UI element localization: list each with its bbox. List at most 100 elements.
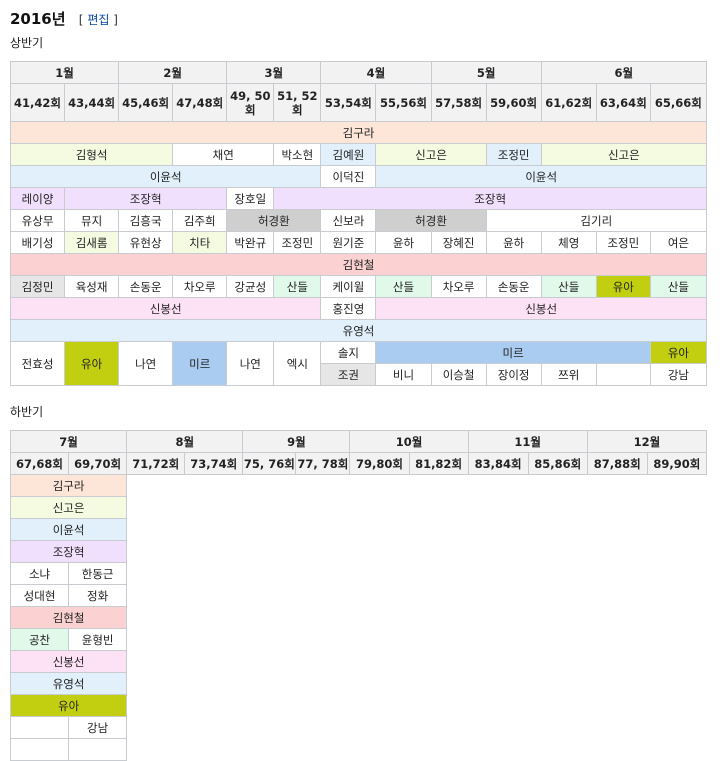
cast-cell: 솔지	[320, 341, 377, 364]
blank-area	[126, 518, 707, 541]
cast-cell: 레이양	[9, 187, 66, 210]
month-header: 5월	[430, 61, 542, 84]
cast-cell: 유아	[649, 341, 708, 364]
cast-cell: 유아	[9, 694, 128, 717]
episode-header: 71,72회	[126, 452, 186, 475]
cast-cell: 전효성	[9, 341, 66, 386]
cast-cell: 김정민	[9, 275, 66, 298]
second-half-label: 하반기	[10, 405, 44, 419]
cast-cell: 치타	[172, 231, 228, 254]
month-header: 2월	[118, 61, 228, 84]
empty-cell	[595, 363, 651, 386]
blank-area	[126, 496, 707, 519]
cast-cell: 엑시	[273, 341, 322, 386]
cast-cell: 유영석	[9, 672, 128, 695]
cast-cell: 공찬	[9, 628, 70, 651]
first-half-label: 상반기	[10, 36, 44, 50]
month-header: 6월	[540, 61, 708, 84]
cast-cell: 원기준	[320, 231, 377, 254]
cast-cell: 손동운	[485, 275, 542, 298]
episode-header: 75, 76회	[242, 452, 297, 475]
cast-cell: 허경환	[226, 209, 322, 232]
cast-cell: 이윤석	[375, 165, 707, 188]
episode-header: 77, 78회	[295, 452, 351, 475]
month-header: 10월	[349, 430, 469, 453]
cast-cell: 조권	[320, 363, 377, 386]
episode-header: 73,74회	[184, 452, 244, 475]
episode-header: 41,42회	[9, 83, 66, 122]
cast-cell: 유아	[64, 341, 120, 386]
cast-cell: 김주희	[172, 209, 228, 232]
cast-cell: 케이윌	[320, 275, 377, 298]
cast-cell: 조장혁	[273, 187, 707, 210]
cast-cell: 김흥국	[118, 209, 174, 232]
cast-cell: 김새롬	[64, 231, 120, 254]
episode-header: 47,48회	[172, 83, 228, 122]
edit-bracket-close: ]	[113, 13, 118, 27]
episode-header: 57,58회	[430, 83, 487, 122]
episode-header: 85,86회	[527, 452, 588, 475]
episode-header: 49, 50회	[226, 83, 275, 122]
cast-cell: 강남	[68, 716, 128, 739]
month-header: 4월	[320, 61, 432, 84]
edit-section: [ 편집 ]	[79, 13, 118, 27]
cast-cell: 미르	[375, 341, 651, 364]
cast-cell: 김현철	[9, 606, 128, 629]
episode-header: 83,84회	[467, 452, 529, 475]
cast-cell: 비니	[375, 363, 432, 386]
empty-cell	[9, 738, 70, 761]
episode-header: 61,62회	[540, 83, 597, 122]
cast-cell: 유현상	[118, 231, 174, 254]
cast-cell: 미르	[172, 341, 228, 386]
blank-area	[126, 584, 707, 607]
cast-cell: 윤하	[485, 231, 542, 254]
cast-cell: 신고은	[540, 143, 708, 166]
cast-cell: 소냐	[9, 562, 70, 585]
cast-cell: 성대현	[9, 584, 70, 607]
cast-cell: 나연	[118, 341, 174, 386]
episode-header: 51, 52회	[273, 83, 322, 122]
cast-cell: 조정민	[273, 231, 322, 254]
cast-cell: 체영	[540, 231, 597, 254]
month-header: 8월	[126, 430, 244, 453]
episode-header: 43,44회	[64, 83, 120, 122]
episode-header: 53,54회	[320, 83, 377, 122]
empty-cell	[9, 716, 70, 739]
cast-cell: 채연	[172, 143, 275, 166]
edit-link[interactable]: 편집	[87, 13, 109, 27]
episode-header: 81,82회	[408, 452, 469, 475]
cast-cell: 이윤석	[9, 518, 128, 541]
cast-cell: 김예원	[320, 143, 377, 166]
blank-area	[126, 738, 707, 761]
episode-header: 63,64회	[595, 83, 651, 122]
cast-cell: 산들	[649, 275, 708, 298]
cast-cell: 여은	[649, 231, 708, 254]
blank-area	[126, 716, 707, 739]
episode-header: 65,66회	[649, 83, 708, 122]
second-half-table: 7월 8월 9월 10월 11월 12월 67,68회 69,70회 71,72회 73,74회 7…	[9, 430, 708, 761]
empty-cell	[68, 738, 128, 761]
cast-cell: 김구라	[9, 474, 128, 497]
cast-cell: 허경환	[375, 209, 487, 232]
page-title: 2016년 [ 편집 ]	[10, 8, 118, 29]
cast-cell: 홍진영	[320, 297, 377, 320]
page-title-text: 2016년	[10, 10, 66, 28]
cast-cell: 조정민	[595, 231, 651, 254]
cast-cell: 정화	[68, 584, 128, 607]
month-header: 9월	[242, 430, 351, 453]
cast-cell: 신봉선	[375, 297, 707, 320]
episode-header: 69,70회	[68, 452, 128, 475]
cast-cell: 이승철	[430, 363, 487, 386]
cast-cell: 산들	[273, 275, 322, 298]
episode-header: 67,68회	[9, 452, 70, 475]
blank-area	[126, 606, 707, 629]
cast-cell: 차오루	[172, 275, 228, 298]
cast-cell: 김구라	[10, 121, 707, 144]
blank-area	[126, 650, 707, 673]
cast-cell: 산들	[375, 275, 432, 298]
month-header: 3월	[226, 61, 322, 84]
blank-area	[126, 672, 707, 695]
blank-area	[126, 562, 707, 585]
cast-cell: 신보라	[320, 209, 377, 232]
cast-cell: 박완규	[226, 231, 275, 254]
